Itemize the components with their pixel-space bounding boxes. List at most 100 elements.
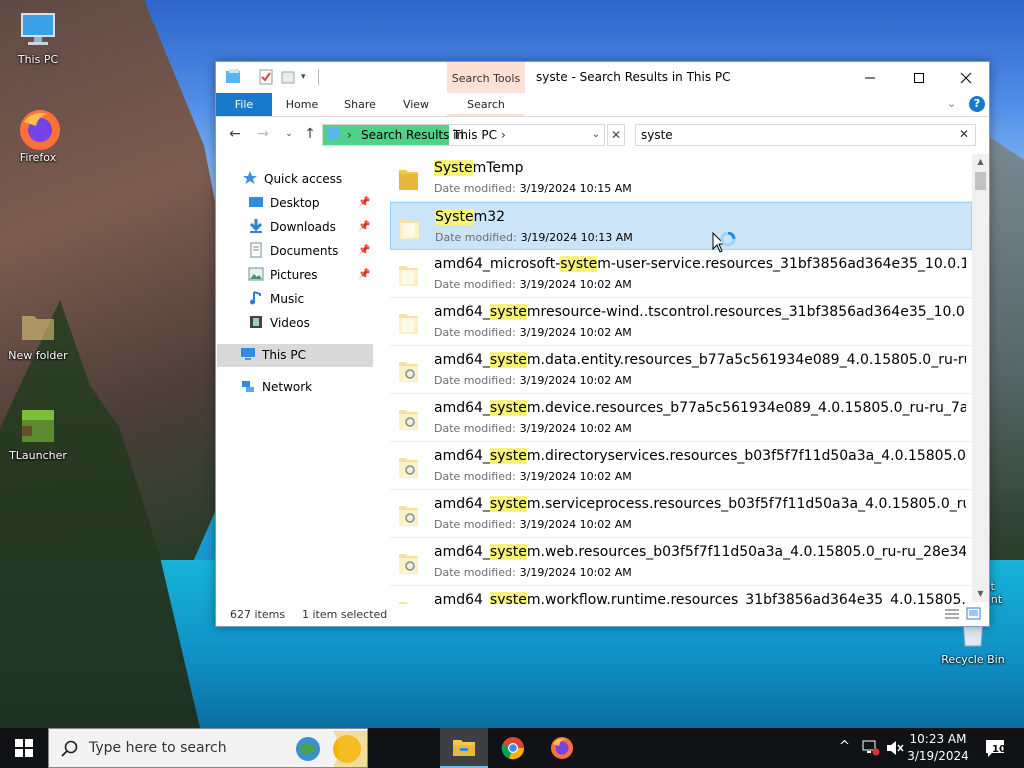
nav-desktop[interactable]: Desktop: [248, 192, 320, 214]
pin-icon[interactable]: 📌: [358, 240, 370, 262]
tab-view[interactable]: View: [392, 93, 440, 116]
file-row[interactable]: amd64_microsoft-system-user-service.reso…: [390, 250, 972, 298]
monitor-icon: [18, 10, 58, 50]
close-icon: ✕: [610, 128, 622, 142]
breadcrumb-separator: ›: [501, 128, 506, 142]
show-hidden-icons-button[interactable]: ^: [839, 739, 850, 768]
file-row[interactable]: amd64_system.device.resources_b77a5c5619…: [390, 394, 972, 442]
file-row[interactable]: amd64_system.workflow.runtime.resources_…: [390, 586, 972, 604]
chrome-icon: [501, 737, 525, 760]
tab-search[interactable]: Search: [447, 93, 525, 116]
scroll-thumb[interactable]: [975, 172, 986, 190]
search-input[interactable]: [641, 127, 941, 143]
help-icon[interactable]: ?: [969, 96, 985, 112]
nav-videos[interactable]: Videos: [248, 312, 310, 334]
close-button[interactable]: [943, 62, 989, 93]
scroll-down-icon[interactable]: ▼: [972, 586, 989, 602]
tlauncher-icon: [18, 406, 58, 446]
clear-search-icon[interactable]: ✕: [959, 127, 969, 141]
pin-icon[interactable]: 📌: [358, 264, 370, 286]
network-tray-icon[interactable]: [862, 740, 880, 768]
file-row[interactable]: SystemTemp Date modified: 3/19/2024 10:15 …: [390, 154, 972, 202]
properties-icon[interactable]: [258, 69, 274, 85]
tab-file[interactable]: File: [216, 93, 272, 116]
new-folder-quick-icon[interactable]: [280, 69, 296, 85]
nav-network[interactable]: Network: [240, 376, 312, 398]
notification-center-button[interactable]: 10: [984, 738, 1008, 758]
tab-share[interactable]: Share: [334, 93, 386, 116]
breadcrumb-search-results[interactable]: Search Results in: [361, 125, 464, 145]
minimize-button[interactable]: [847, 62, 893, 93]
file-list: SystemTemp Date modified: 3/19/2024 10:15 …: [390, 154, 972, 604]
file-row[interactable]: amd64_system.directoryservices.resources…: [390, 442, 972, 490]
chevron-down-icon: ⌄: [285, 129, 293, 139]
search-match-highlight: syste: [489, 448, 527, 464]
file-explorer-icon: [453, 740, 475, 756]
start-button[interactable]: [0, 728, 48, 768]
nav-quick-access[interactable]: Quick access: [242, 168, 342, 190]
search-icon: [61, 740, 78, 757]
selection-count: 1 item selected: [302, 608, 388, 621]
taskbar-file-explorer[interactable]: [440, 728, 488, 768]
download-arrow-icon: [248, 218, 264, 234]
search-box[interactable]: ✕: [635, 124, 976, 146]
nav-documents[interactable]: Documents: [248, 240, 338, 262]
file-date: Date modified: 3/19/2024 10:02 AM: [434, 566, 632, 579]
star-icon: [242, 170, 258, 186]
title-separator: [318, 69, 319, 85]
file-row[interactable]: amd64_system.data.entity.resources_b77a5…: [390, 346, 972, 394]
recent-locations-button[interactable]: ⌄: [279, 124, 299, 144]
pin-icon[interactable]: 📌: [358, 216, 370, 238]
forward-button[interactable]: →: [253, 124, 273, 144]
file-row[interactable]: System32 Date modified: 3/19/2024 10:13 AM: [390, 202, 972, 250]
taskbar-firefox[interactable]: [538, 728, 586, 768]
scroll-up-icon[interactable]: ▲: [972, 154, 989, 170]
clock-time: 10:23 AM: [909, 732, 967, 746]
breadcrumb-this-pc[interactable]: This PC: [453, 125, 497, 145]
stop-search-button[interactable]: ✕: [607, 124, 625, 146]
file-name: amd64_system.workflow.runtime.resources_…: [434, 592, 966, 604]
vertical-scrollbar[interactable]: ▲ ▼: [972, 154, 989, 602]
pin-icon[interactable]: 📌: [358, 192, 370, 214]
resource-folder-icon: [398, 502, 420, 528]
nav-this-pc[interactable]: This PC: [240, 344, 306, 366]
resource-folder-icon: [398, 454, 420, 480]
file-row[interactable]: amd64_systemresource-wind..tscontrol.res…: [390, 298, 972, 346]
status-bar: 627 items 1 item selected: [216, 604, 989, 626]
maximize-button[interactable]: [896, 62, 942, 93]
file-row[interactable]: amd64_system.serviceprocess.resources_b0…: [390, 490, 972, 538]
system-clock[interactable]: 10:23 AM 3/19/2024: [905, 731, 971, 765]
volume-muted-icon[interactable]: [886, 740, 904, 768]
desktop-icon-firefox[interactable]: Firefox: [2, 108, 74, 164]
window-title: syste - Search Results in This PC: [536, 70, 731, 84]
mouse-cursor: [712, 231, 736, 256]
file-name: amd64_microsoft-system-user-service.reso…: [434, 256, 966, 272]
search-match-highlight: syste: [489, 592, 527, 604]
desktop-icon-this-pc[interactable]: This PC: [2, 10, 74, 66]
tab-home[interactable]: Home: [276, 93, 328, 116]
explorer-quick-icon[interactable]: [225, 69, 243, 85]
item-count: 627 items: [230, 608, 286, 621]
large-icons-view-icon[interactable]: [966, 607, 982, 624]
back-button[interactable]: ←: [225, 124, 245, 144]
expand-ribbon-icon[interactable]: ⌄: [947, 97, 956, 110]
taskbar-search-box[interactable]: Type here to search: [48, 728, 368, 768]
customize-qat-icon[interactable]: ▾: [301, 69, 306, 85]
taskbar-chrome[interactable]: [489, 728, 537, 768]
nav-pictures[interactable]: Pictures: [248, 264, 318, 286]
desktop-icon-tlauncher[interactable]: TLauncher: [2, 406, 74, 462]
desktop-icon-new-folder[interactable]: New folder: [2, 306, 74, 362]
nav-music[interactable]: Music: [248, 288, 304, 310]
address-bar[interactable]: › Search Results in This PC › ⌄: [322, 124, 605, 146]
folder-icon: [398, 166, 420, 192]
details-view-icon[interactable]: [944, 607, 960, 624]
file-row[interactable]: amd64_system.web.resources_b03f5f7f11d50…: [390, 538, 972, 586]
address-dropdown-icon[interactable]: ⌄: [592, 125, 600, 145]
search-tools-context-tab: Search Tools: [447, 62, 525, 93]
nav-downloads[interactable]: Downloads: [248, 216, 336, 238]
windows-logo-icon: [15, 739, 33, 757]
network-icon: [240, 378, 256, 394]
up-button[interactable]: ↑: [300, 124, 320, 144]
address-bar-row: ← → ⌄ ↑ › Search Results in This PC › ⌄ …: [216, 118, 989, 150]
close-icon: [960, 72, 972, 83]
